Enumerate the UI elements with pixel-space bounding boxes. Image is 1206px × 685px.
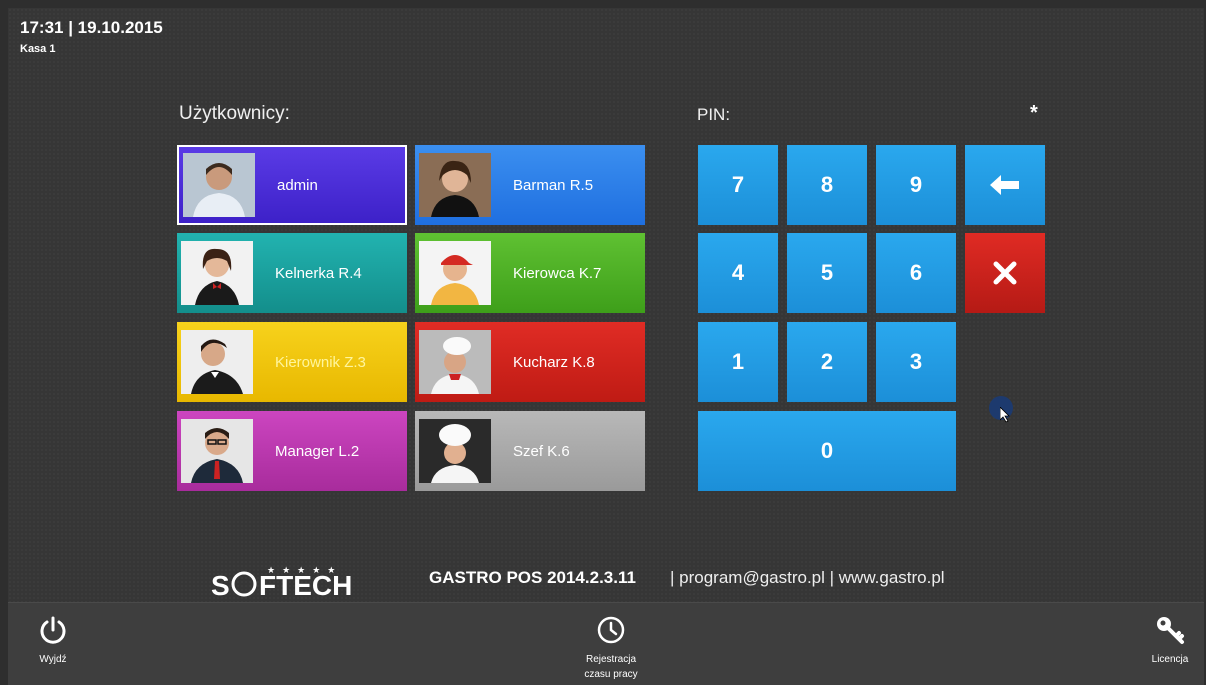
app-version: GASTRO POS 2014.2.3.11 <box>429 568 636 587</box>
arrow-left-icon <box>990 175 1019 195</box>
key-6[interactable]: 6 <box>876 233 956 313</box>
key-9[interactable]: 9 <box>876 145 956 225</box>
user-name: Kucharz K.8 <box>513 353 595 371</box>
backspace-button[interactable] <box>965 145 1045 225</box>
pos-login-screen: 17:31 | 19.10.2015 Kasa 1 Użytkownicy: P… <box>8 8 1204 685</box>
clock-icon <box>597 616 625 644</box>
key-0[interactable]: 0 <box>698 411 956 491</box>
user-avatar <box>419 330 491 394</box>
user-name: Szef K.6 <box>513 442 570 460</box>
svg-text:★★★★★: ★★★★★ <box>267 566 342 576</box>
user-name: admin <box>277 176 318 194</box>
bottom-bar: Wyjdź Rejestracja czasu pracy Licencja <box>8 602 1204 685</box>
time-registration-label-2: czasu pracy <box>584 669 638 680</box>
user-name: Kelnerka R.4 <box>275 264 362 282</box>
user-tile-kierownik[interactable]: Kierownik Z.3 <box>177 322 407 402</box>
time-registration-button[interactable]: Rejestracja czasu pracy <box>569 615 653 682</box>
pin-label: PIN: <box>697 105 731 124</box>
license-label: Licencja <box>1151 654 1189 665</box>
exit-button[interactable]: Wyjdź <box>30 615 76 667</box>
user-avatar <box>181 419 253 483</box>
key-8[interactable]: 8 <box>787 145 867 225</box>
user-avatar <box>419 153 491 217</box>
user-name: Manager L.2 <box>275 442 360 460</box>
user-avatar <box>181 330 253 394</box>
x-icon <box>993 261 1017 285</box>
key-5[interactable]: 5 <box>787 233 867 313</box>
user-tile-szef[interactable]: Szef K.6 <box>415 411 645 491</box>
clear-button[interactable] <box>965 233 1045 313</box>
pin-value: * <box>1030 102 1038 124</box>
softech-logo: S FTECH ★★★★★ <box>211 563 371 601</box>
user-tile-kelnerka[interactable]: Kelnerka R.4 <box>177 233 407 313</box>
users-heading: Użytkownicy: <box>179 103 290 124</box>
mouse-cursor <box>989 396 1013 423</box>
power-icon <box>40 616 66 644</box>
user-avatar <box>419 241 491 305</box>
user-name: Kierownik Z.3 <box>275 353 366 371</box>
user-avatar <box>183 153 255 217</box>
key-3[interactable]: 3 <box>876 322 956 402</box>
user-avatar <box>419 419 491 483</box>
key-7[interactable]: 7 <box>698 145 778 225</box>
key-4[interactable]: 4 <box>698 233 778 313</box>
user-tile-manager[interactable]: Manager L.2 <box>177 411 407 491</box>
contact-info: | program@gastro.pl | www.gastro.pl <box>670 568 945 587</box>
user-tile-admin[interactable]: admin <box>177 145 407 225</box>
clock: 17:31 | 19.10.2015 <box>20 18 163 37</box>
license-button[interactable]: Licencja <box>1144 615 1196 667</box>
user-name: Barman R.5 <box>513 176 594 194</box>
svg-text:S: S <box>211 570 230 599</box>
user-tile-barman[interactable]: Barman R.5 <box>415 145 645 225</box>
user-name: Kierowca K.7 <box>513 264 602 282</box>
user-tile-kucharz[interactable]: Kucharz K.8 <box>415 322 645 402</box>
user-tile-kierowca[interactable]: Kierowca K.7 <box>415 233 645 313</box>
key-1[interactable]: 1 <box>698 322 778 402</box>
register-name: Kasa 1 <box>20 43 56 55</box>
exit-label: Wyjdź <box>39 654 67 665</box>
time-registration-label-1: Rejestracja <box>585 654 637 665</box>
key-2[interactable]: 2 <box>787 322 867 402</box>
user-avatar <box>181 241 253 305</box>
key-icon <box>1157 617 1184 644</box>
